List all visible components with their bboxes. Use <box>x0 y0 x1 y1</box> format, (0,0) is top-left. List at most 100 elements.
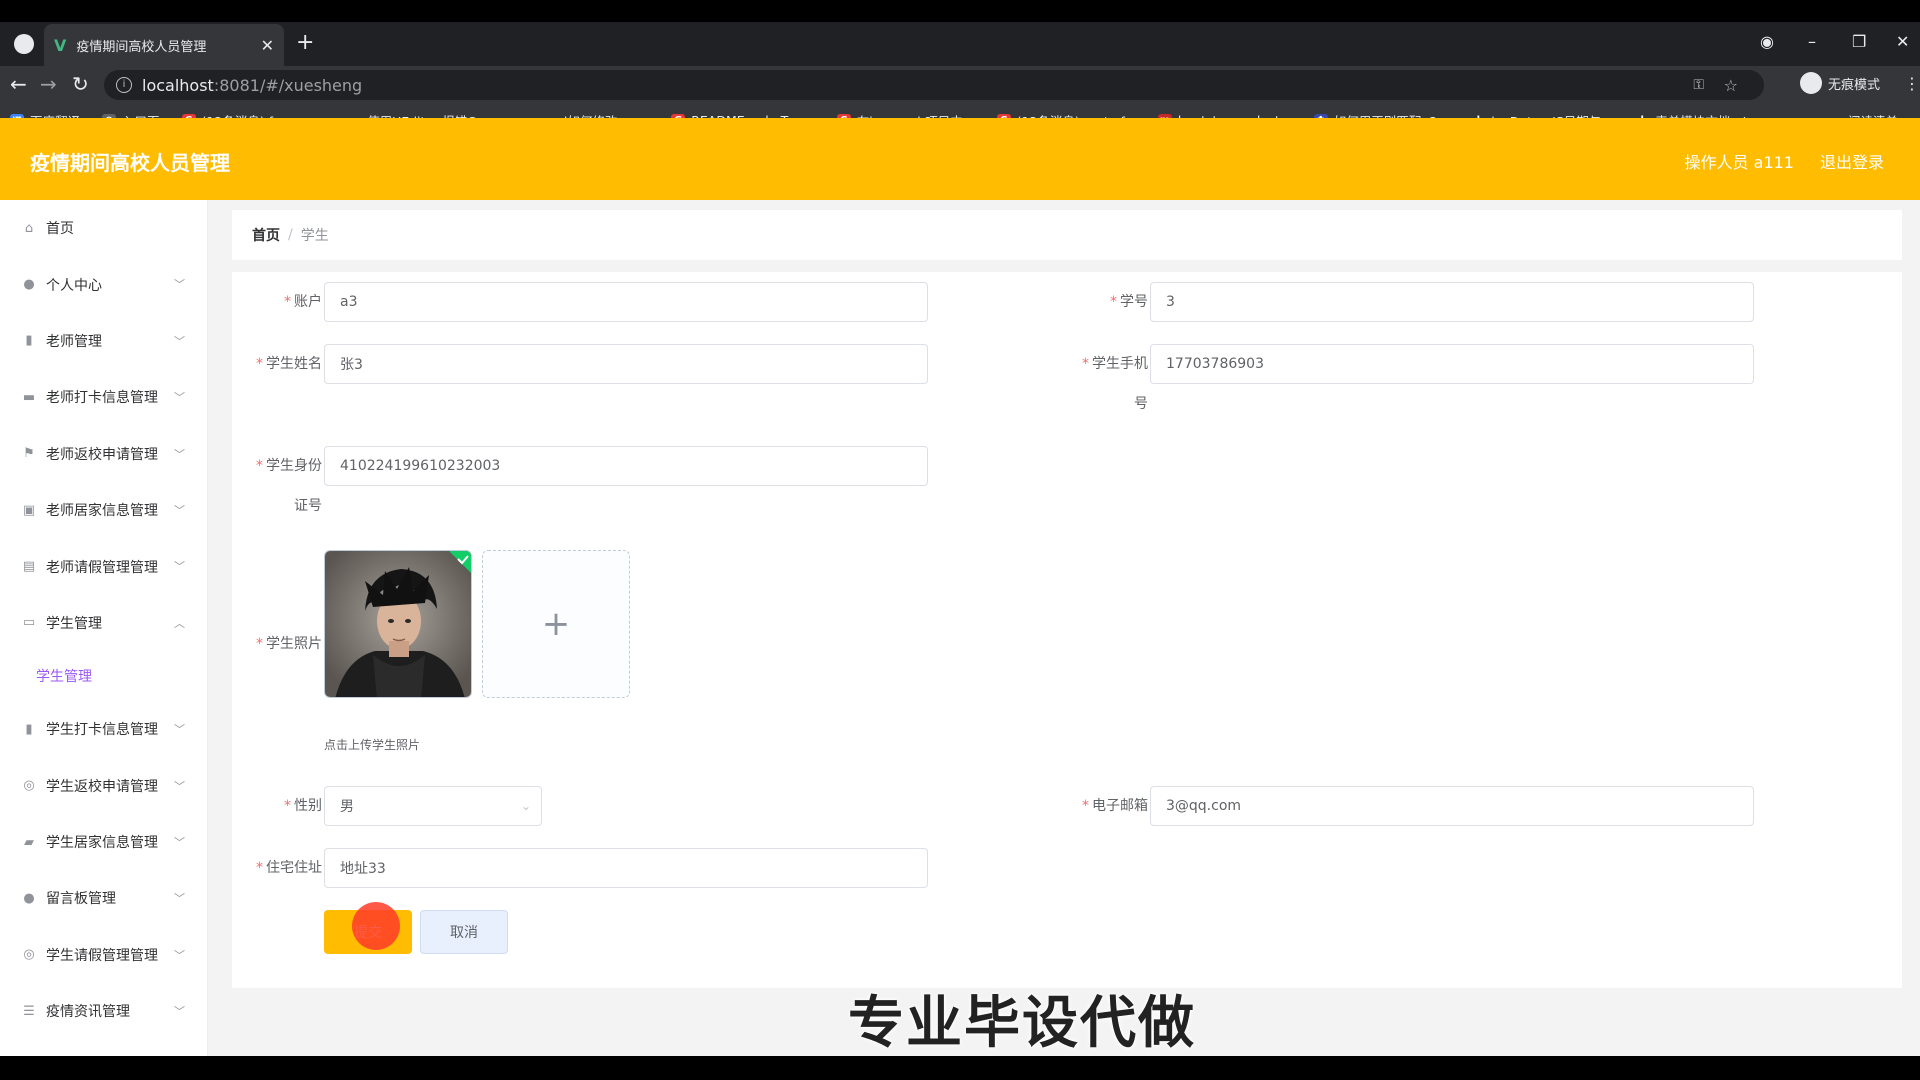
flag-icon: ⚑ <box>23 446 35 462</box>
sidebar-item-label: 学生居家信息管理 <box>46 835 158 852</box>
sidebar-item[interactable]: ▣ 老师居家信息管理 ﹀ <box>0 482 207 538</box>
watermark-text: 专业毕设代做 <box>848 991 1196 1056</box>
browser-tab[interactable]: V 疫情期间高校人员管理 ✕ <box>44 24 284 66</box>
monitor-icon: ▭ <box>22 615 36 631</box>
breadcrumb: 首页 / 学生 <box>232 210 1902 260</box>
sidebar-item-label: 疫情资讯管理 <box>46 1004 130 1021</box>
idcard-input[interactable]: 410224199610232003 <box>324 446 928 486</box>
photo-label: * 学生照片 <box>256 636 322 652</box>
close-tab-icon[interactable]: ✕ <box>261 36 274 55</box>
sidebar-item[interactable]: ▭ 学生管理 ︿ <box>0 595 207 651</box>
tab-search-icon[interactable]: ◉ <box>1760 32 1774 51</box>
sidebar-item[interactable]: ◎ 学生返校申请管理 ﹀ <box>0 758 207 814</box>
url-host: localhost <box>142 75 214 95</box>
address-label: * 住宅住址 <box>256 860 322 876</box>
app-header: 疫情期间高校人员管理 操作人员 a111 退出登录 <box>0 118 1920 200</box>
portrait-image <box>325 551 471 697</box>
sidebar-item[interactable]: ▤ 老师请假管理管理 ﹀ <box>0 538 207 594</box>
sidebar-item[interactable]: ⌂ 首页 <box>0 200 207 256</box>
sidebar-item[interactable]: ● 个人中心 ﹀ <box>0 256 207 312</box>
email-input[interactable]: 3@qq.com <box>1150 786 1754 826</box>
sidebar-item-label: 老师返校申请管理 <box>46 446 158 463</box>
app-title: 疫情期间高校人员管理 <box>30 151 230 175</box>
menu-icon: ☰ <box>23 1003 35 1019</box>
sidebar-item[interactable]: ▰ 学生居家信息管理 ﹀ <box>0 814 207 870</box>
key-icon[interactable]: ⚿ <box>1693 77 1704 93</box>
sidebar-item[interactable]: ▮ 学生打卡信息管理 ﹀ <box>0 701 207 757</box>
sidebar-item-label: 学生请假管理管理 <box>46 947 158 964</box>
back-icon[interactable]: ← <box>10 72 27 96</box>
sidebar-item[interactable]: ☰ 疫情资讯管理 ﹀ <box>0 983 207 1039</box>
account-input[interactable]: a3 <box>324 282 928 322</box>
chevron-down-icon: ﹀ <box>174 723 185 737</box>
gender-select[interactable]: 男 ⌄ <box>324 786 542 826</box>
chrome-menu-icon[interactable] <box>14 34 34 54</box>
incognito-indicator[interactable]: 无痕模式 ⋮ <box>1800 72 1920 94</box>
address-bar[interactable]: i localhost:8081/#/xuesheng ⚿ ☆ <box>104 70 1764 100</box>
close-window-icon[interactable]: ✕ <box>1896 32 1909 51</box>
sidebar-subitem-student-management[interactable]: 学生管理 <box>0 651 207 701</box>
breadcrumb-separator: / <box>288 227 293 243</box>
sidebar-item-label: 留言板管理 <box>46 891 116 908</box>
sidebar-item[interactable]: ⚑ 老师返校申请管理 ﹀ <box>0 426 207 482</box>
chevron-down-icon: ﹀ <box>174 391 185 405</box>
gender-label: * 性别 <box>284 798 322 814</box>
user-icon: ● <box>23 277 35 293</box>
chevron-down-icon: ﹀ <box>174 779 185 793</box>
phone-input[interactable]: 17703786903 <box>1150 344 1754 384</box>
minimize-icon[interactable]: – <box>1808 32 1816 51</box>
chart-icon: ▮ <box>25 333 33 349</box>
upload-hint: 点击上传学生照片 <box>324 738 421 752</box>
sidebar-item[interactable]: ▮ 老师管理 ﹀ <box>0 313 207 369</box>
photo-uploader[interactable]: + <box>482 550 630 698</box>
new-tab-icon[interactable]: + <box>296 30 314 55</box>
plus-icon: + <box>541 604 571 644</box>
home-icon: ⌂ <box>24 220 34 236</box>
sidebar-item-label: 老师管理 <box>46 333 102 350</box>
sidebar-item-label: 老师请假管理管理 <box>46 559 158 576</box>
student-photo[interactable] <box>324 550 472 698</box>
incognito-icon <box>1800 72 1822 94</box>
chevron-down-icon: ﹀ <box>174 948 185 962</box>
letterbox-bottom <box>0 1056 1920 1080</box>
url-path: :8081/#/xuesheng <box>213 75 363 95</box>
chevron-down-icon: ﹀ <box>174 503 185 517</box>
sidebar-item-label: 首页 <box>46 221 74 238</box>
idcard-label: * 学生身份 证号 <box>256 458 322 514</box>
name-input[interactable]: 张3 <box>324 344 928 384</box>
restore-icon[interactable]: ❐ <box>1852 32 1866 51</box>
letterbox-top <box>0 0 1920 22</box>
tab-title: 疫情期间高校人员管理 <box>76 39 207 55</box>
sidebar-item-label: 学生管理 <box>46 615 102 632</box>
student-no-input[interactable]: 3 <box>1150 282 1754 322</box>
chevron-down-icon: ﹀ <box>174 892 185 906</box>
chevron-down-icon: ﹀ <box>174 1005 185 1019</box>
breadcrumb-current: 学生 <box>300 228 329 244</box>
sidebar-item[interactable]: ● 留言板管理 ﹀ <box>0 870 207 926</box>
main-content: 首页 / 学生 * 账户 a3 * 学号 3 * 学生姓名 张3 * 学生手机 号 17… <box>208 200 1920 1056</box>
address-input[interactable]: 地址33 <box>324 848 928 888</box>
reload-icon[interactable]: ↻ <box>72 72 89 96</box>
forward-icon[interactable]: → <box>40 72 57 96</box>
site-info-icon[interactable]: i <box>116 77 132 93</box>
sidebar-item-label: 学生打卡信息管理 <box>46 722 158 739</box>
more-icon[interactable]: ⋮ <box>1904 74 1920 93</box>
sidebar-item[interactable]: ◎ 学生请假管理管理 ﹀ <box>0 927 207 983</box>
logout-link[interactable]: 退出登录 <box>1820 149 1884 173</box>
cancel-button[interactable]: 取消 <box>420 910 508 954</box>
star-icon[interactable]: ☆ <box>1724 76 1738 95</box>
settings-icon: ◎ <box>23 778 35 794</box>
document-icon: ▤ <box>22 559 36 575</box>
sidebar-item[interactable]: ▬ 老师打卡信息管理 ﹀ <box>0 369 207 425</box>
student-form: * 账户 a3 * 学号 3 * 学生姓名 张3 * 学生手机 号 1770378690… <box>232 272 1902 988</box>
breadcrumb-home[interactable]: 首页 <box>252 225 280 245</box>
email-label: * 电子邮箱 <box>1082 798 1148 814</box>
phone-label: * 学生手机 号 <box>1082 356 1148 412</box>
incognito-label: 无痕模式 <box>1828 77 1881 93</box>
click-indicator <box>352 902 400 950</box>
name-label: * 学生姓名 <box>256 356 322 372</box>
sidebar-item-label: 老师居家信息管理 <box>46 503 158 520</box>
chevron-down-icon: ﹀ <box>174 278 185 292</box>
sidebar-item-label: 老师打卡信息管理 <box>46 390 158 407</box>
thumb-icon: ▰ <box>24 834 34 850</box>
